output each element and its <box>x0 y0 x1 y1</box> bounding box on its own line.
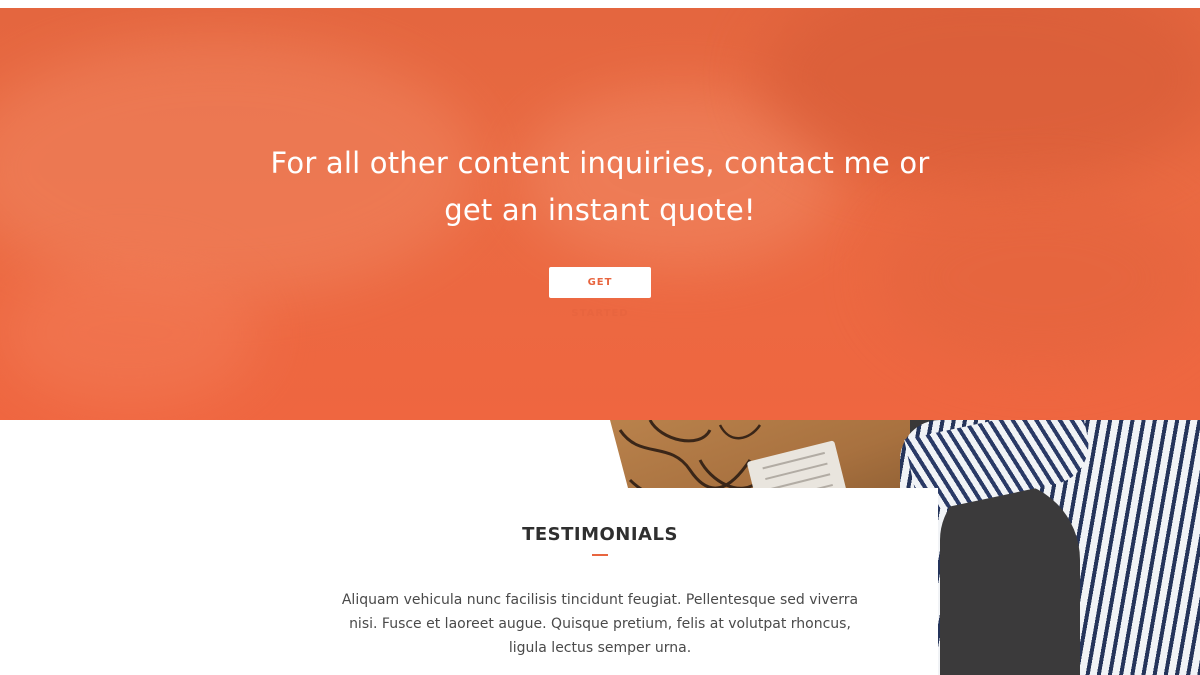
hero-heading: For all other content inquiries, contact… <box>270 146 930 227</box>
page: For all other content inquiries, contact… <box>0 0 1200 675</box>
cta-hero-section: For all other content inquiries, contact… <box>0 8 1200 420</box>
get-started-button[interactable]: GET STARTED <box>549 267 651 319</box>
hero-content: For all other content inquiries, contact… <box>0 140 1200 320</box>
testimonials-title: TESTIMONIALS <box>522 524 678 545</box>
title-underline <box>592 554 608 556</box>
top-strip <box>0 0 1200 8</box>
testimonial-quote: Aliquam vehicula nunc facilisis tincidun… <box>341 592 859 656</box>
shirt-shadow <box>940 480 1080 675</box>
